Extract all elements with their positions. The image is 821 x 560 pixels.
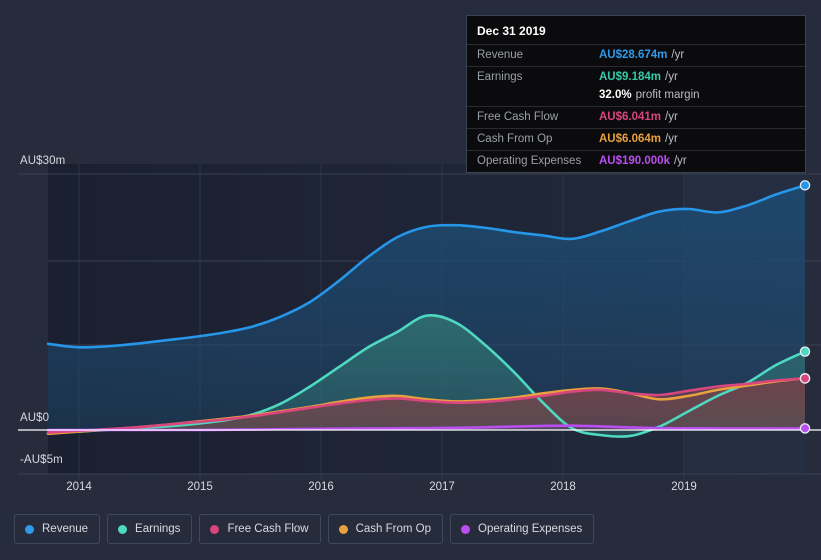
- legend-label-cash-from-op: Cash From Op: [355, 523, 432, 535]
- tooltip-unit-free-cash-flow: /yr: [665, 111, 678, 123]
- chart-legend: Revenue Earnings Free Cash Flow Cash Fro…: [14, 514, 595, 544]
- chart-tooltip: Dec 31 2019 Revenue AU$28.674m /yr Earni…: [466, 15, 806, 173]
- y-axis-label-zero: AU$0: [20, 412, 50, 424]
- tooltip-row-revenue: Revenue AU$28.674m /yr: [467, 44, 805, 66]
- tooltip-value-revenue: AU$28.674m: [599, 49, 668, 61]
- legend-item-earnings[interactable]: Earnings: [107, 514, 193, 544]
- tooltip-value-operating-expenses: AU$190.000k: [599, 155, 670, 167]
- legend-dot-operating-expenses-icon: [461, 524, 471, 534]
- tooltip-key-earnings: Earnings: [477, 71, 523, 83]
- tooltip-unit-cash-from-op: /yr: [665, 133, 678, 145]
- tooltip-value-earnings: AU$9.184m: [599, 71, 662, 83]
- x-axis-label-2019: 2019: [671, 481, 697, 493]
- legend-item-free-cash-flow[interactable]: Free Cash Flow: [199, 514, 321, 544]
- tooltip-unit-profit-margin: profit margin: [635, 89, 700, 101]
- tooltip-key-operating-expenses: Operating Expenses: [477, 155, 582, 167]
- tooltip-unit-operating-expenses: /yr: [673, 155, 687, 167]
- tooltip-row-operating-expenses: Operating Expenses AU$190.000k /yr: [467, 150, 805, 172]
- legend-label-free-cash-flow: Free Cash Flow: [227, 523, 309, 535]
- chart-page: AU$30m AU$0 -AU$5m 2014 2015 2016 2017 2…: [0, 0, 821, 560]
- x-axis-label-2015: 2015: [187, 481, 213, 493]
- legend-item-revenue[interactable]: Revenue: [14, 514, 101, 544]
- tooltip-value-profit-margin: 32.0%: [599, 89, 632, 101]
- legend-item-operating-expenses[interactable]: Operating Expenses: [450, 514, 595, 544]
- tooltip-key-revenue: Revenue: [477, 49, 524, 61]
- tooltip-row-free-cash-flow: Free Cash Flow AU$6.041m /yr: [467, 106, 805, 128]
- tooltip-value-cash-from-op: AU$6.064m: [599, 133, 662, 145]
- y-axis-label-neg5m: -AU$5m: [20, 454, 63, 466]
- tooltip-key-free-cash-flow: Free Cash Flow: [477, 111, 559, 123]
- legend-item-cash-from-op[interactable]: Cash From Op: [327, 514, 444, 544]
- legend-label-operating-expenses: Operating Expenses: [478, 523, 583, 535]
- legend-dot-free-cash-flow-icon: [210, 524, 220, 534]
- legend-dot-cash-from-op-icon: [338, 524, 348, 534]
- legend-label-revenue: Revenue: [42, 523, 89, 535]
- tooltip-row-earnings: Earnings AU$9.184m /yr: [467, 66, 805, 88]
- tooltip-key-cash-from-op: Cash From Op: [477, 133, 553, 145]
- tooltip-date: Dec 31 2019: [477, 24, 546, 38]
- legend-label-earnings: Earnings: [135, 523, 181, 535]
- x-axis-label-2016: 2016: [308, 481, 334, 493]
- x-axis-label-2014: 2014: [66, 481, 92, 493]
- tooltip-unit-earnings: /yr: [665, 71, 678, 83]
- legend-dot-earnings-icon: [118, 524, 128, 534]
- legend-dot-revenue-icon: [25, 524, 34, 534]
- tooltip-value-free-cash-flow: AU$6.041m: [599, 111, 662, 123]
- tooltip-row-profit-margin: 32.0% profit margin: [467, 88, 805, 106]
- y-axis-label-30m: AU$30m: [20, 155, 66, 167]
- x-axis-label-2017: 2017: [429, 481, 455, 493]
- tooltip-unit-revenue: /yr: [671, 49, 685, 61]
- tooltip-row-cash-from-op: Cash From Op AU$6.064m /yr: [467, 128, 805, 150]
- x-axis-label-2018: 2018: [550, 481, 576, 493]
